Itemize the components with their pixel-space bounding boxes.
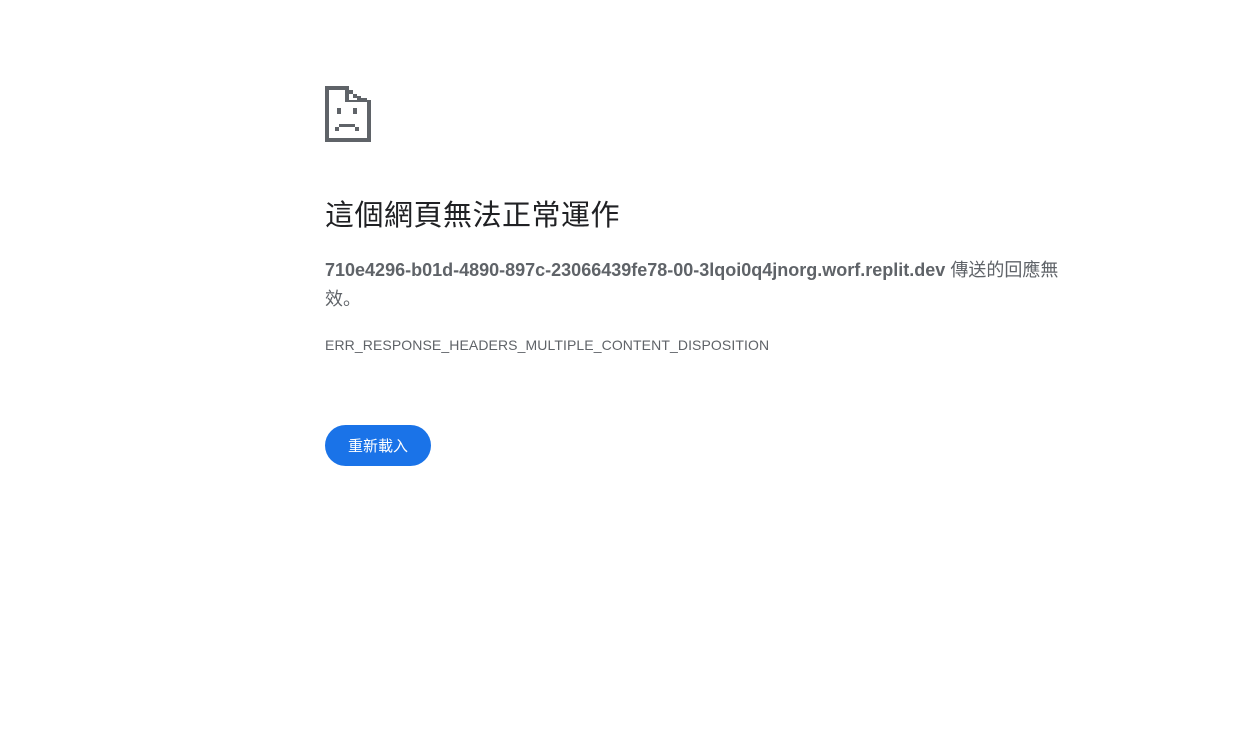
host-name: 710e4296-b01d-4890-897c-23066439fe78-00-… [325, 260, 946, 280]
error-message: 710e4296-b01d-4890-897c-23066439fe78-00-… [325, 256, 1085, 314]
error-content: 這個網頁無法正常運作 710e4296-b01d-4890-897c-23066… [325, 86, 1085, 466]
reload-button[interactable]: 重新載入 [325, 425, 431, 466]
sad-page-icon [325, 86, 371, 142]
error-page: 這個網頁無法正常運作 710e4296-b01d-4890-897c-23066… [0, 0, 1249, 753]
page-title: 這個網頁無法正常運作 [325, 200, 621, 232]
error-code: ERR_RESPONSE_HEADERS_MULTIPLE_CONTENT_DI… [325, 337, 770, 353]
